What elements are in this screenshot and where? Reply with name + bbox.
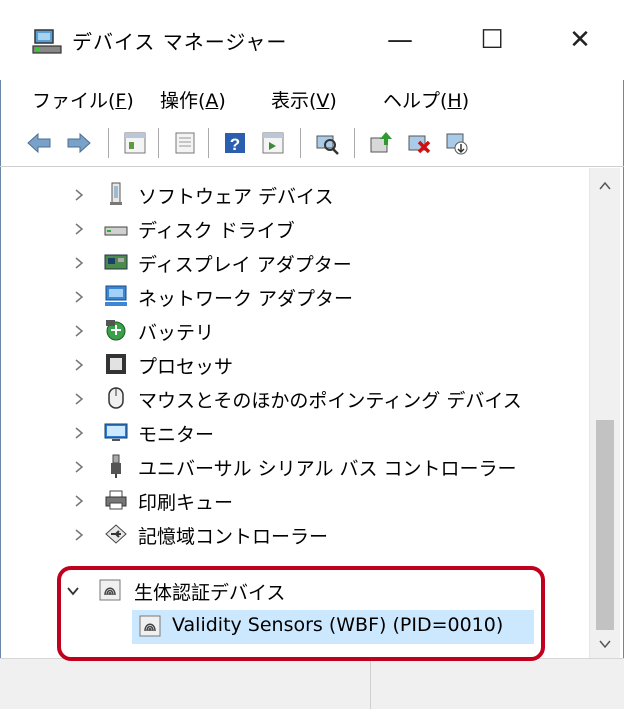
tree-item[interactable]: ディスプレイ アダプター [16,246,589,280]
status-divider [370,659,371,709]
menu-action-accel: A [205,90,219,112]
chevron-right-icon[interactable] [72,528,86,542]
network-adapter-icon [105,285,127,306]
tree-item-label: モニター [138,424,215,446]
chevron-right-icon[interactable] [72,460,86,474]
scroll-down-icon[interactable] [597,636,613,652]
toolbar-separator [108,128,109,158]
software-device-icon [110,182,122,205]
status-bar [0,658,624,709]
enable-icon[interactable] [444,130,470,156]
menu-help-close: ) [461,90,470,112]
menu-file-label: ファイル( [32,90,116,112]
tree-item-label: 印刷キュー [138,492,234,514]
menu-view[interactable]: 表示(V) [271,86,337,113]
tree-item[interactable]: ディスク ドライブ [16,212,589,246]
tree-item-label: バッテリ [138,322,215,344]
storage-controller-icon [105,524,127,544]
title-bar[interactable]: デバイス マネージャー — ☐ ✕ [0,0,624,80]
tree-item-label: ソフトウェア デバイス [138,186,334,208]
properties-icon[interactable] [122,130,148,156]
menu-file-close: ) [126,90,134,112]
menu-help-accel: H [447,90,462,112]
tree-item[interactable]: モニター [16,416,589,450]
menu-bar: ファイル(F) 操作(A) 表示(V) ヘルプ(H) [0,80,624,120]
menu-action-close: ) [218,90,226,112]
highlight-annotation [57,566,545,661]
processor-icon [106,354,126,374]
tree-item-label: ディスプレイ アダプター [138,254,352,276]
chevron-right-icon[interactable] [72,392,86,406]
back-icon[interactable] [26,130,52,156]
mouse-icon [108,387,124,409]
tree-item-label: プロセッサ [138,356,234,378]
action-icon[interactable] [260,130,286,156]
menu-file-accel: F [115,90,127,112]
chevron-right-icon[interactable] [72,324,86,338]
monitor-icon [104,423,128,441]
close-button[interactable]: ✕ [550,18,610,62]
menu-file[interactable]: ファイル(F) [32,86,134,113]
chevron-right-icon[interactable] [72,290,86,304]
tree-item[interactable]: 記憶域コントローラー [16,518,589,552]
tree-item[interactable]: プロセッサ [16,348,589,382]
forward-icon[interactable] [66,130,92,156]
menu-view-accel: V [316,90,330,112]
scroll-up-icon[interactable] [597,178,613,194]
menu-action-label: 操作( [160,90,206,112]
device-manager-icon [32,29,62,54]
tree-item-label: ネットワーク アダプター [138,288,354,310]
tree-item[interactable]: ユニバーサル シリアル バス コントローラー [16,450,589,484]
uninstall-icon[interactable] [406,130,432,156]
toolbar: ? [0,120,624,167]
disk-drive-icon [104,226,128,236]
update-icon[interactable] [368,130,394,156]
toolbar-separator [354,128,355,158]
vertical-scrollbar[interactable] [589,168,620,658]
menu-view-label: 表示( [271,90,317,112]
toolbar-separator [208,128,209,158]
menu-help-label: ヘルプ( [383,90,448,112]
tree-item[interactable]: ネットワーク アダプター [16,280,589,314]
tree-item[interactable]: マウスとそのほかのポインティング デバイス [16,382,589,416]
tree-item[interactable]: ソフトウェア デバイス [16,178,589,212]
menu-help[interactable]: ヘルプ(H) [383,86,469,113]
svg-text:?: ? [230,135,240,154]
tree-item-label: 記憶域コントローラー [138,526,329,548]
tree-item-label: マウスとそのほかのポインティング デバイス [138,390,522,412]
toolbar-separator [158,128,159,158]
tree-item-label: ディスク ドライブ [138,220,295,242]
minimize-button[interactable]: — [370,18,430,62]
menu-view-close: ) [329,90,337,112]
battery-icon [106,320,126,341]
chevron-right-icon[interactable] [72,358,86,372]
scan-hardware-icon[interactable] [314,130,340,156]
toolbar-separator [300,128,301,158]
window-title: デバイス マネージャー [72,30,288,54]
printer-icon [105,490,127,510]
usb-icon [111,454,121,478]
maximize-button[interactable]: ☐ [462,18,522,62]
tree-item-label: ユニバーサル シリアル バス コントローラー [138,458,517,480]
chevron-right-icon[interactable] [72,494,86,508]
tree-item[interactable]: 印刷キュー [16,484,589,518]
chevron-right-icon[interactable] [72,426,86,440]
tree-item[interactable]: バッテリ [16,314,589,348]
help-icon[interactable]: ? [222,130,248,156]
chevron-right-icon[interactable] [72,188,86,202]
scrollbar-thumb[interactable] [596,420,614,630]
chevron-right-icon[interactable] [72,222,86,236]
chevron-right-icon[interactable] [72,256,86,270]
display-adapter-icon [104,254,128,270]
update-driver-icon[interactable] [172,130,198,156]
menu-action[interactable]: 操作(A) [160,86,226,113]
